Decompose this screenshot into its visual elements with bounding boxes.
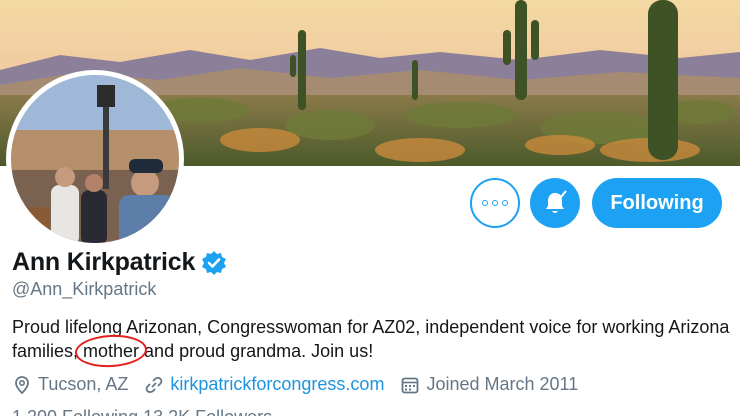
location-text: Tucson, AZ xyxy=(38,374,129,394)
verified-badge-icon xyxy=(202,250,227,275)
website-link[interactable]: kirkpatrickforcongress.com xyxy=(170,374,384,395)
profile-name: Ann Kirkpatrick xyxy=(12,248,196,276)
calendar-icon xyxy=(402,377,419,393)
more-button[interactable] xyxy=(470,178,520,228)
profile-name-row: Ann Kirkpatrick xyxy=(12,248,227,277)
location-pin-icon xyxy=(15,375,29,394)
profile-bio: Proud lifelong Arizonan, Congresswoman f… xyxy=(12,315,732,363)
profile-meta: Tucson, AZ kirkpatrickforcongress.com Jo… xyxy=(12,374,594,395)
joined-item: Joined March 2011 xyxy=(400,374,578,395)
more-dots-icon xyxy=(482,200,508,206)
following-button[interactable]: Following xyxy=(592,178,722,228)
profile-actions: Following xyxy=(470,178,725,228)
profile-stats: 1,200 Following 13.2K Followers xyxy=(12,407,272,416)
website-item[interactable]: kirkpatrickforcongress.com xyxy=(144,374,384,395)
bio-circled-word: mother xyxy=(83,341,140,361)
profile-avatar[interactable] xyxy=(6,70,184,248)
profile-handle: @Ann_Kirkpatrick xyxy=(12,279,157,299)
following-label: Following xyxy=(610,191,704,214)
bio-text-end: and proud grandma. Join us! xyxy=(139,341,374,361)
avatar-photo xyxy=(11,75,179,243)
link-icon xyxy=(146,376,163,393)
notifications-button[interactable] xyxy=(530,178,580,228)
bell-icon xyxy=(546,190,567,213)
location-item: Tucson, AZ xyxy=(12,374,128,395)
joined-text: Joined March 2011 xyxy=(426,374,579,394)
